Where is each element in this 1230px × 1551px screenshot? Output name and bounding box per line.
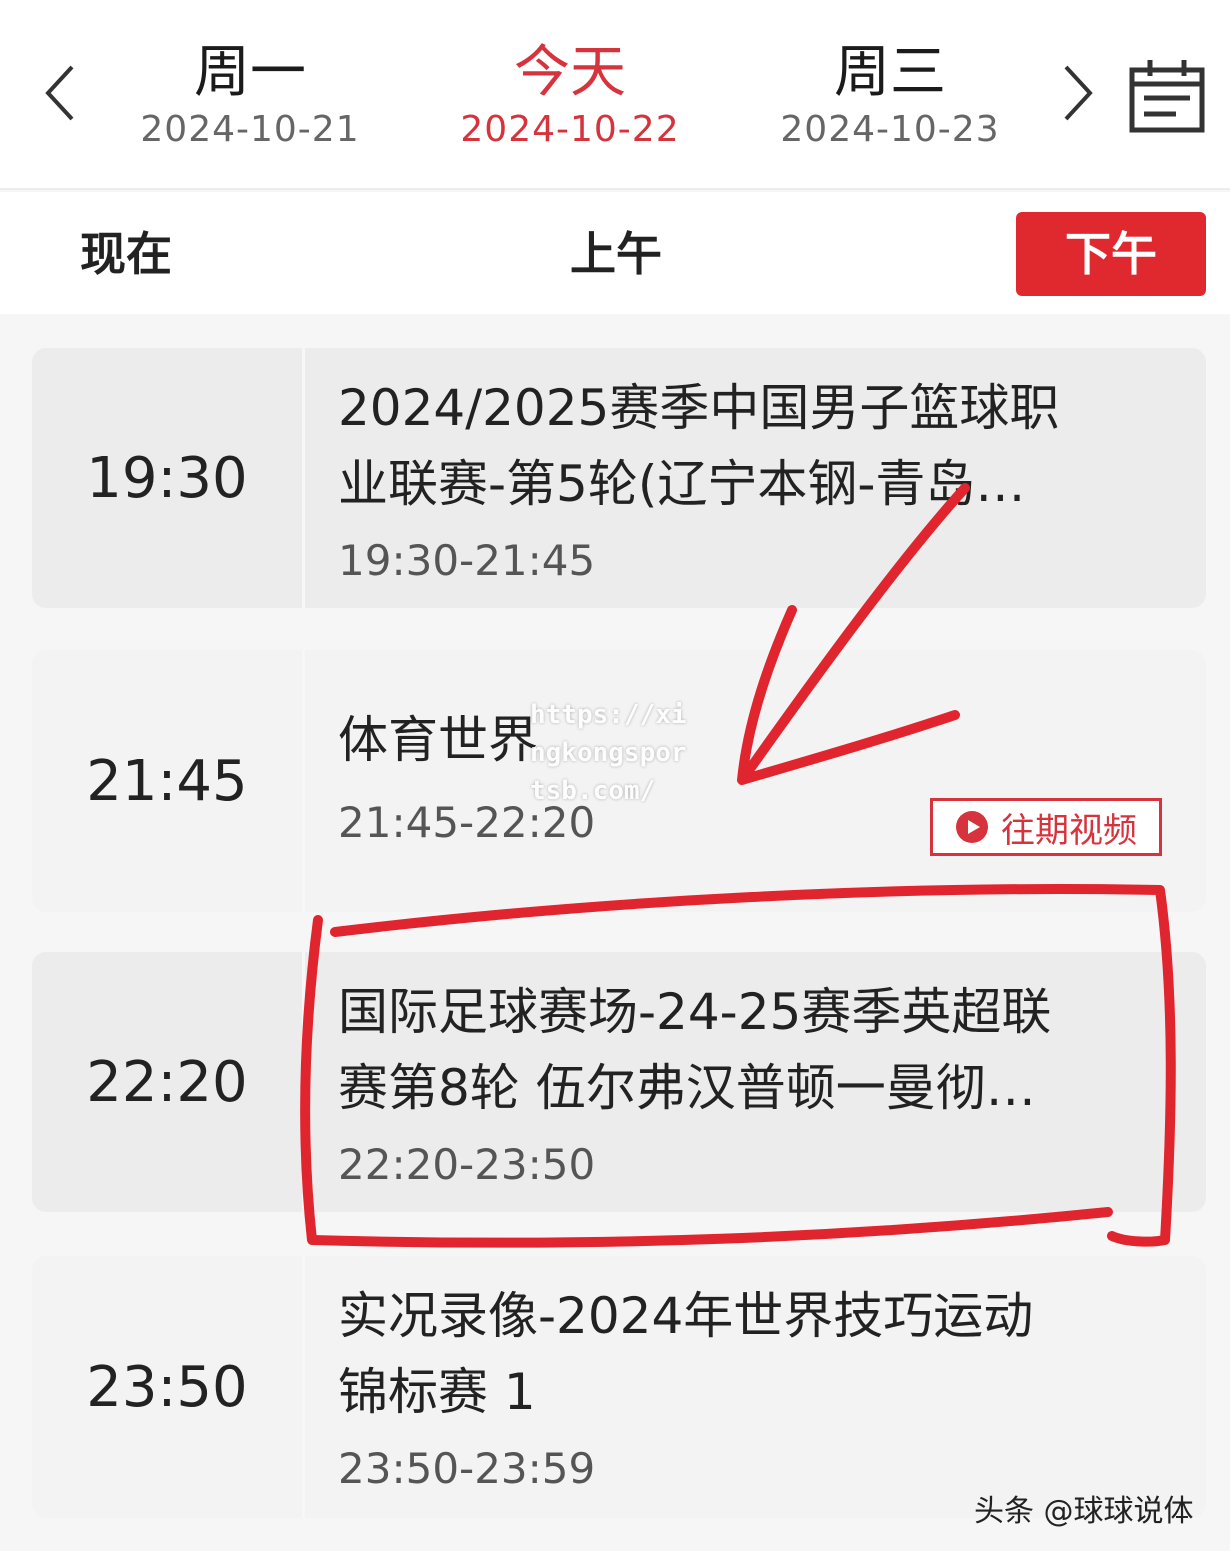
period-now-tab[interactable]: 现在 xyxy=(80,218,172,290)
period-morning-tab[interactable]: 上午 xyxy=(570,218,662,290)
period-selector: 现在 上午 下午 xyxy=(0,192,1230,314)
next-day-button[interactable] xyxy=(1058,58,1098,128)
program-item[interactable]: 23:50 实况录像-2024年世界技巧运动 锦标赛 1 23:50-23:59 xyxy=(32,1256,1206,1518)
date-navigation-bar: 周一 2024-10-21 今天 2024-10-22 周三 2024-10-2… xyxy=(0,0,1230,190)
play-icon xyxy=(956,811,988,843)
prev-day-button[interactable] xyxy=(40,58,80,128)
day-monday[interactable]: 周一 2024-10-21 xyxy=(100,38,400,152)
day-date: 2024-10-22 xyxy=(460,109,680,150)
program-title: 2024/2025赛季中国男子篮球职 业联赛-第5轮(辽宁本钢-青岛… xyxy=(338,370,1168,522)
watermark-line: ngkongspor xyxy=(530,738,687,768)
program-title-line: 业联赛-第5轮(辽宁本钢-青岛… xyxy=(338,455,1026,513)
day-date: 2024-10-21 xyxy=(140,109,360,150)
program-start-time: 19:30 xyxy=(32,348,305,608)
calendar-icon[interactable] xyxy=(1128,56,1206,134)
past-videos-button[interactable]: 往期视频 xyxy=(930,798,1162,856)
watermark-line: https://xi xyxy=(530,700,687,730)
day-wednesday[interactable]: 周三 2024-10-23 xyxy=(740,38,1040,152)
watermark-line: tsb.com/ xyxy=(530,776,656,806)
program-item[interactable]: 19:30 2024/2025赛季中国男子篮球职 业联赛-第5轮(辽宁本钢-青岛… xyxy=(32,348,1206,608)
chevron-right-icon xyxy=(1064,65,1093,121)
program-time-range: 22:20-23:50 xyxy=(338,1140,596,1189)
source-credit: 头条 @球球说体 xyxy=(974,1494,1194,1529)
period-afternoon-tab[interactable]: 下午 xyxy=(1016,212,1206,296)
program-title: 体育世界 xyxy=(338,702,1168,778)
program-title: 国际足球赛场-24-25赛季英超联 赛第8轮 伍尔弗汉普顿一曼彻… xyxy=(338,974,1198,1126)
program-title-line: 2024/2025赛季中国男子篮球职 xyxy=(338,379,1060,437)
program-time-range: 23:50-23:59 xyxy=(338,1444,596,1493)
chevron-left-icon xyxy=(45,65,74,121)
program-title-line: 国际足球赛场-24-25赛季英超联 xyxy=(338,983,1052,1041)
day-label: 周一 xyxy=(194,40,306,105)
program-item[interactable]: 22:20 国际足球赛场-24-25赛季英超联 赛第8轮 伍尔弗汉普顿一曼彻… … xyxy=(32,952,1206,1212)
program-title: 实况录像-2024年世界技巧运动 锦标赛 1 xyxy=(338,1278,1168,1430)
program-title-line: 锦标赛 1 xyxy=(338,1363,536,1421)
day-label: 周三 xyxy=(834,40,946,105)
program-time-range: 19:30-21:45 xyxy=(338,536,596,585)
program-start-time: 22:20 xyxy=(32,952,305,1212)
program-start-time: 21:45 xyxy=(32,650,305,912)
day-today[interactable]: 今天 2024-10-22 xyxy=(420,38,720,152)
program-title-line: 体育世界 xyxy=(338,711,538,769)
program-title-line: 赛第8轮 伍尔弗汉普顿一曼彻… xyxy=(338,1059,1036,1117)
day-label: 今天 xyxy=(514,40,626,105)
program-start-time: 23:50 xyxy=(32,1256,305,1518)
watermark-text: https://xi ngkongspor tsb.com/ xyxy=(530,696,710,810)
past-videos-label: 往期视频 xyxy=(1001,810,1137,851)
program-title-line: 实况录像-2024年世界技巧运动 xyxy=(338,1287,1034,1345)
day-date: 2024-10-23 xyxy=(780,109,1000,150)
program-schedule-list: 19:30 2024/2025赛季中国男子篮球职 业联赛-第5轮(辽宁本钢-青岛… xyxy=(0,318,1230,1551)
